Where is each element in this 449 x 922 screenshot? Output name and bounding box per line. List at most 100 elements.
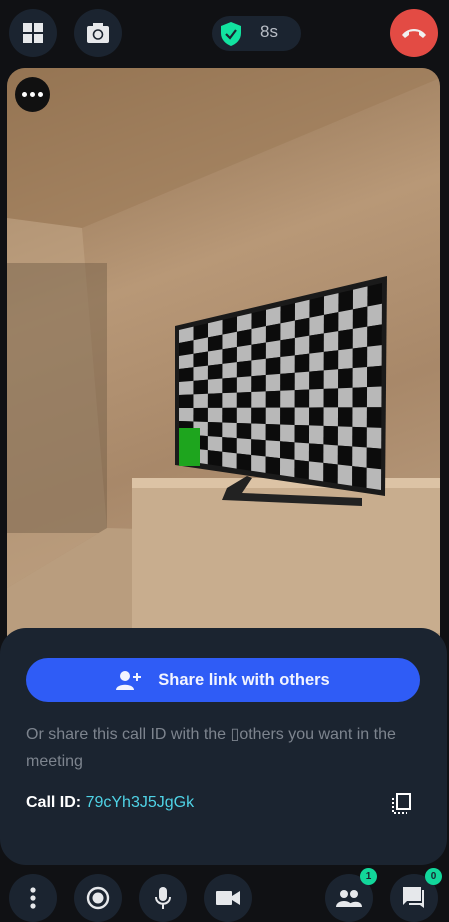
checker-square (294, 389, 310, 408)
checker-square (280, 407, 295, 425)
checker-square (251, 407, 266, 424)
checker-square (265, 340, 281, 359)
checker-square (222, 422, 237, 439)
checker-square (222, 331, 237, 350)
call-timer: 8s (212, 16, 301, 51)
layout-grid-button[interactable] (9, 9, 57, 57)
checker-square (193, 407, 208, 422)
checker-square (323, 444, 338, 465)
checker-square (294, 299, 310, 321)
checker-square (207, 349, 223, 366)
checker-square (323, 369, 339, 389)
checker-square (367, 365, 382, 388)
copy-icon[interactable] (392, 793, 412, 815)
share-link-label: Share link with others (158, 670, 330, 689)
checker-square (179, 380, 194, 395)
checker-square (193, 351, 208, 368)
shield-check-icon (221, 22, 241, 46)
checker-square (323, 388, 339, 408)
checker-square (236, 407, 252, 424)
checker-square (251, 342, 266, 361)
chat-icon (403, 887, 424, 908)
hang-up-button[interactable] (390, 9, 438, 57)
checker-square (280, 303, 295, 324)
checker-square (222, 437, 237, 454)
checker-square (280, 337, 295, 358)
checker-square (265, 440, 281, 459)
more-menu-button[interactable] (9, 874, 57, 922)
checker-square (338, 368, 353, 389)
checker-square (294, 335, 310, 356)
checker-square (251, 326, 266, 345)
video-camera-icon (216, 891, 240, 905)
call-id-label: Call ID: (26, 794, 82, 811)
checker-square (265, 306, 281, 327)
checker-square (294, 407, 310, 426)
checker-square (338, 289, 353, 313)
checker-square (207, 393, 223, 408)
checker-square (280, 458, 295, 478)
checker-square (222, 392, 237, 408)
add-person-icon (116, 671, 142, 690)
checker-square (251, 454, 266, 473)
checker-square (280, 372, 295, 391)
checker-square (280, 424, 295, 443)
checker-square (251, 309, 266, 329)
checker-square (251, 375, 266, 392)
record-button[interactable] (74, 874, 122, 922)
checker-square (367, 283, 382, 307)
checker-square (294, 353, 310, 373)
switch-camera-button[interactable] (74, 9, 122, 57)
checker-square (265, 323, 281, 343)
checker-square (352, 426, 367, 448)
camera-button[interactable] (204, 874, 252, 922)
checker-square (236, 422, 252, 440)
checker-square (294, 317, 310, 338)
checker-square (236, 453, 252, 471)
checker-square (251, 423, 266, 441)
checker-square (337, 445, 353, 467)
checker-square (367, 324, 382, 347)
checker-square (265, 407, 281, 425)
share-link-button[interactable]: Share link with others (26, 658, 420, 702)
share-panel: Share link with others Or share this cal… (0, 628, 447, 865)
checker-square (236, 376, 252, 393)
checker-square (352, 366, 368, 388)
checker-square (251, 391, 266, 408)
microphone-button[interactable] (139, 874, 187, 922)
checker-square (366, 447, 382, 470)
checker-square (265, 357, 281, 376)
checker-square (309, 333, 324, 354)
checker-square (222, 407, 237, 423)
checker-square (309, 370, 324, 390)
checker-square (352, 306, 368, 329)
checker-square (236, 328, 252, 347)
checker-square (309, 314, 324, 336)
chat-button[interactable]: 0 (390, 868, 442, 922)
checker-square (309, 351, 324, 372)
checker-square (323, 407, 339, 427)
call-id-value[interactable]: 79cYh3J5JgGk (86, 794, 195, 811)
checker-square (338, 387, 353, 408)
participants-count-badge: 1 (360, 868, 377, 885)
checker-square (366, 386, 382, 408)
chat-count-badge: 0 (425, 868, 442, 885)
checker-square (280, 320, 295, 341)
checker-square (207, 363, 223, 380)
checker-square (179, 367, 194, 382)
checker-square (222, 451, 237, 469)
checker-square (338, 328, 353, 351)
checker-square (352, 346, 368, 369)
participants-button[interactable]: 1 (325, 868, 377, 922)
grid-icon (23, 23, 43, 43)
checker-square (323, 425, 338, 446)
checker-square (179, 394, 194, 408)
share-hint-text: Or share this call ID with the ▯others y… (26, 726, 396, 770)
checker-square (352, 466, 367, 488)
checker-square (193, 393, 208, 408)
checker-square (352, 387, 368, 408)
more-options-button[interactable] (15, 77, 50, 112)
checker-square (251, 439, 266, 457)
checker-square (265, 373, 281, 392)
checker-square (308, 443, 324, 463)
